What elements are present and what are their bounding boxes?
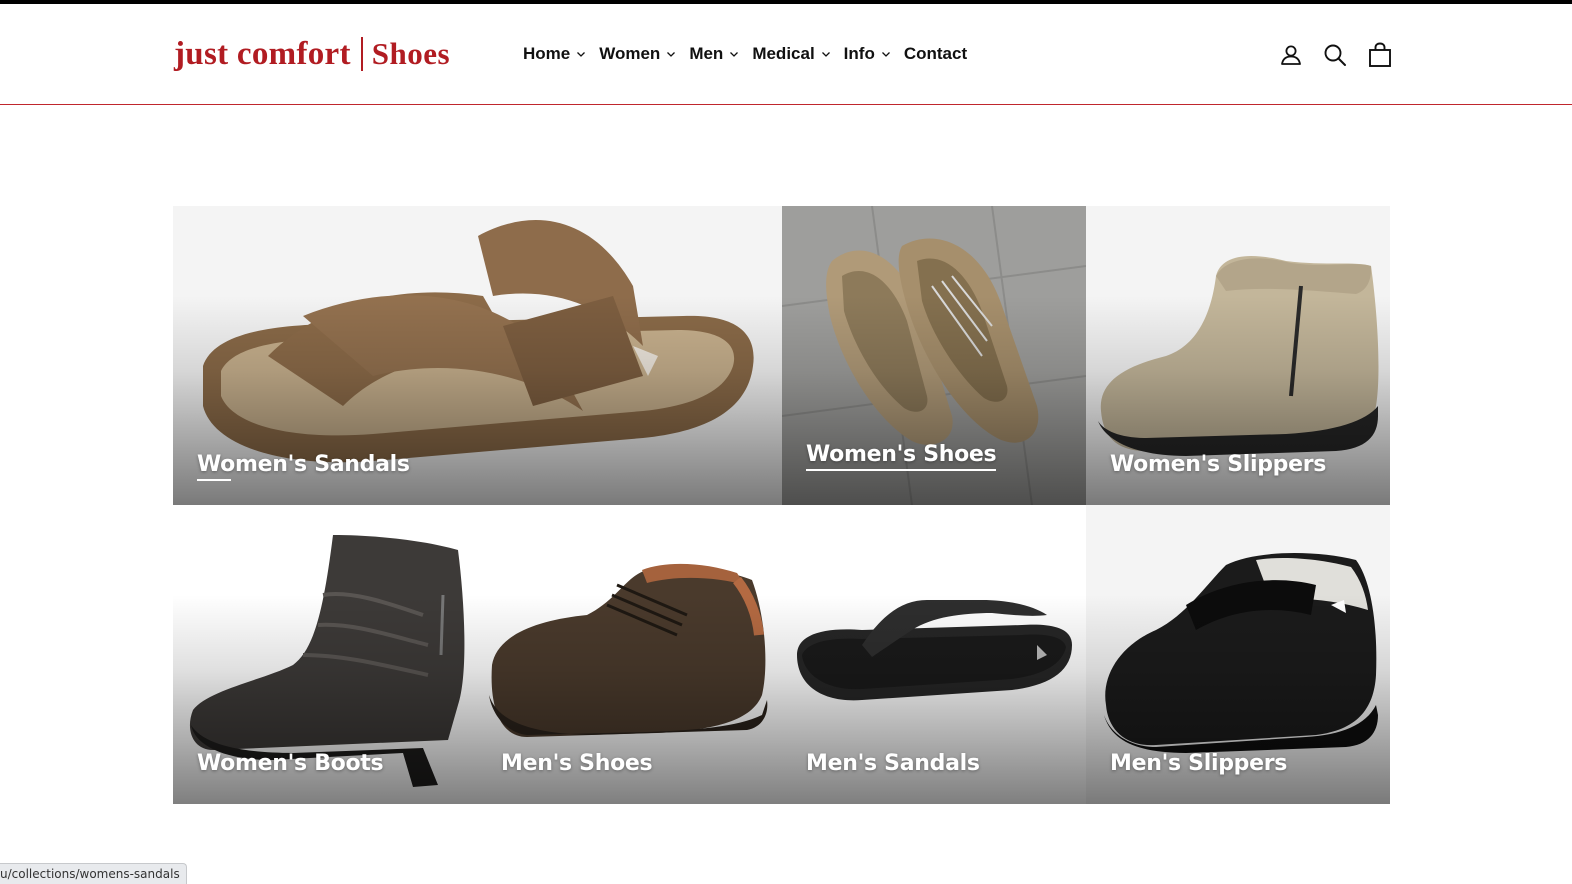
label-underline	[197, 479, 231, 481]
chevron-down-icon	[577, 52, 586, 57]
main-nav: Home Women Men Medical Info Contact	[523, 44, 980, 64]
collection-label: Men's Slippers	[1110, 751, 1288, 776]
chevron-down-icon	[667, 52, 676, 57]
collection-label-text: Women's Sandals	[197, 452, 410, 477]
collection-womens-sandals[interactable]: Women's Sandals	[173, 206, 782, 505]
logo-sub-text: Shoes	[371, 36, 451, 71]
collection-womens-boots[interactable]: Women's Boots	[173, 505, 477, 804]
nav-medical[interactable]: Medical	[752, 44, 830, 64]
status-bar-url: u/collections/womens-sandals	[0, 863, 187, 884]
collection-womens-shoes[interactable]: Women's Shoes	[782, 206, 1086, 505]
cart-icon[interactable]	[1367, 42, 1393, 68]
collection-label: Men's Shoes	[501, 751, 653, 776]
nav-info-label: Info	[843, 44, 875, 63]
chevron-down-icon	[821, 52, 830, 57]
collection-label: Women's Boots	[197, 751, 384, 776]
logo-main-text: just comfort	[174, 35, 351, 72]
site-logo[interactable]: just comfort Shoes	[174, 34, 450, 74]
site-header: just comfort Shoes Home Women Men Medica…	[0, 4, 1572, 105]
chevron-down-icon	[730, 52, 739, 57]
collection-mens-shoes[interactable]: Men's Shoes	[477, 505, 782, 804]
logo-divider	[360, 37, 363, 71]
collection-label: Men's Sandals	[806, 751, 980, 776]
collection-label: Women's Shoes	[806, 442, 997, 471]
collection-womens-slippers[interactable]: Women's Slippers	[1086, 206, 1390, 505]
collection-mens-slippers[interactable]: Men's Slippers	[1086, 505, 1390, 804]
chevron-down-icon	[881, 52, 890, 57]
account-icon[interactable]	[1278, 42, 1304, 68]
nav-home[interactable]: Home	[523, 44, 586, 64]
nav-medical-label: Medical	[752, 44, 815, 63]
nav-info[interactable]: Info	[844, 44, 891, 64]
header-icons	[1278, 42, 1393, 68]
nav-women-label: Women	[599, 44, 661, 63]
nav-men[interactable]: Men	[689, 44, 739, 64]
search-icon[interactable]	[1322, 42, 1348, 68]
nav-contact[interactable]: Contact	[904, 44, 967, 64]
nav-contact-label: Contact	[903, 44, 968, 63]
collection-mens-sandals[interactable]: Men's Sandals	[782, 505, 1086, 804]
nav-men-label: Men	[689, 44, 724, 63]
collection-grid: Women's Sandals Women's Shoes Women's Sl…	[173, 206, 1390, 804]
collection-label: Women's Sandals	[197, 452, 410, 481]
collection-label: Women's Slippers	[1110, 452, 1327, 477]
nav-home-label: Home	[523, 44, 571, 63]
nav-women[interactable]: Women	[599, 44, 676, 64]
